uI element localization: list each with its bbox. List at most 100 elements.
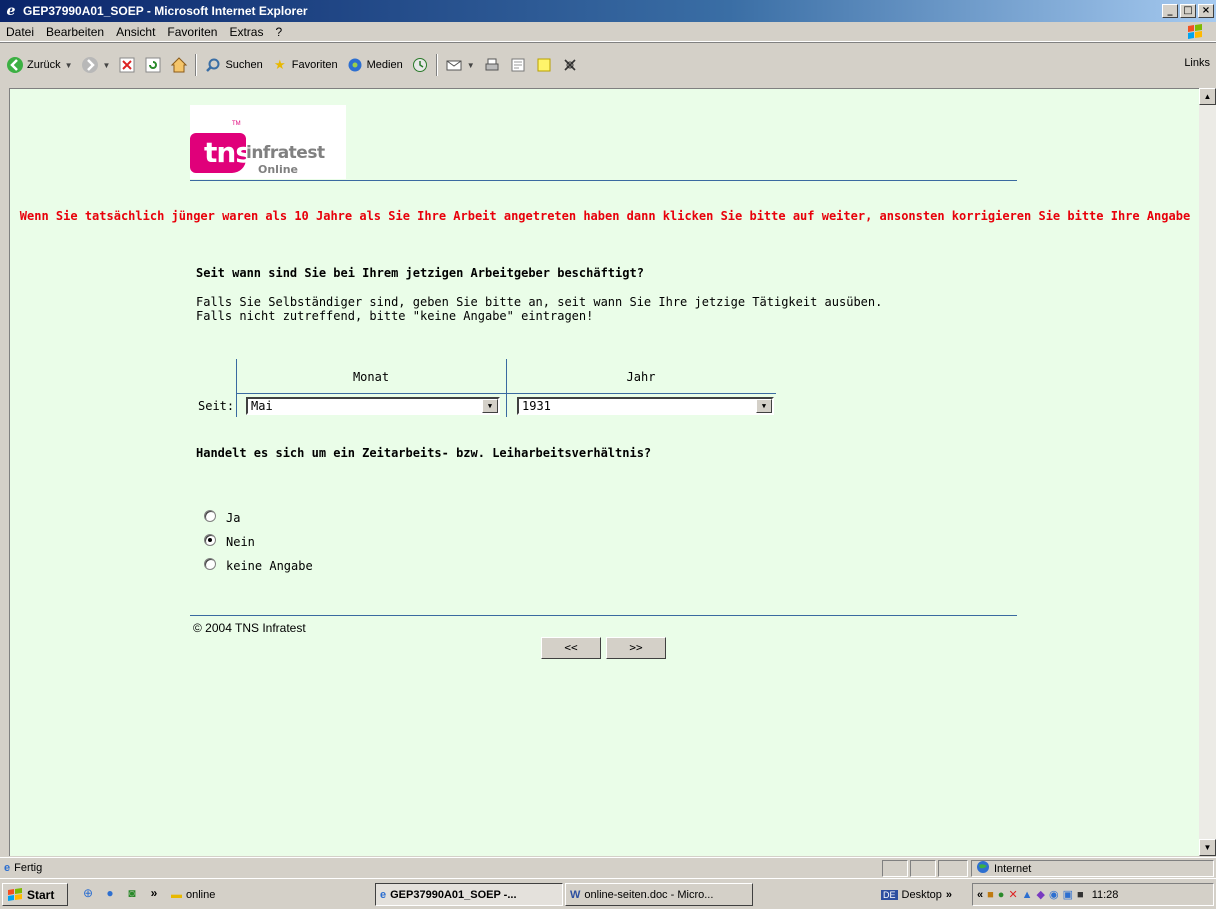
maximize-button[interactable]: □ [1180, 4, 1196, 18]
radio-option-nein[interactable]: Nein [204, 528, 313, 552]
header-divider [190, 180, 1017, 181]
minimize-button[interactable]: _ [1162, 4, 1178, 18]
search-button[interactable]: Suchen [200, 52, 266, 78]
history-button[interactable] [407, 52, 433, 78]
tray-icon[interactable]: ● [998, 889, 1005, 901]
ie-icon: e [380, 888, 387, 901]
internet-explorer-icon: e [6, 3, 16, 19]
back-page-button[interactable]: << [541, 637, 601, 659]
print-icon [483, 56, 501, 74]
messenger-button[interactable] [557, 52, 583, 78]
radio-button[interactable] [204, 510, 216, 522]
radio-label: keine Angabe [226, 559, 313, 573]
logo-brand-name: infratest [246, 143, 325, 163]
menu-help[interactable]: ? [269, 25, 288, 39]
tray-icon[interactable]: ■ [1077, 889, 1084, 901]
next-page-button[interactable]: >> [606, 637, 666, 659]
back-button[interactable]: Zurück ▼ [2, 52, 77, 78]
radio-option-keine-angabe[interactable]: keine Angabe [204, 552, 313, 576]
menu-datei[interactable]: Datei [0, 25, 40, 39]
taskbar-button-word[interactable]: W online-seiten.doc - Micro... [565, 883, 753, 906]
vertical-scrollbar[interactable]: ▲ ▼ [1199, 88, 1216, 856]
clock[interactable]: 11:28 [1092, 889, 1119, 901]
media-button[interactable]: Medien [342, 52, 407, 78]
logo-tns: tns [190, 133, 252, 173]
tray-expand-icon[interactable]: « [977, 889, 983, 901]
taskbar-button-ie[interactable]: e GEP37990A01_SOEP -... [375, 883, 563, 906]
tray-icon[interactable]: ▣ [1063, 888, 1073, 901]
date-table: Monat Jahr Seit: Mai ▼ 1931 ▼ [196, 359, 776, 417]
status-panel [882, 860, 908, 877]
chevron-down-icon: ▼ [466, 60, 475, 70]
folder-icon: ▬ [171, 888, 182, 901]
edit-icon [509, 56, 527, 74]
stop-button[interactable] [114, 52, 140, 78]
mail-button[interactable]: ▼ [441, 52, 479, 78]
window-titlebar[interactable]: e GEP37990A01_SOEP - Microsoft Internet … [0, 0, 1216, 22]
tray-icon[interactable]: ◆ [1037, 888, 1045, 901]
quicklaunch-ie-icon[interactable]: ⊕ [80, 886, 96, 902]
edit-button[interactable] [505, 52, 531, 78]
refresh-button[interactable] [140, 52, 166, 78]
print-button[interactable] [479, 52, 505, 78]
radio-button[interactable] [204, 558, 216, 570]
back-label: Zurück [27, 59, 61, 71]
favorites-label: Favoriten [291, 59, 338, 71]
menu-ansicht[interactable]: Ansicht [110, 25, 161, 39]
quicklaunch-app-icon[interactable]: ◙ [124, 886, 140, 902]
system-tray: « ■ ● ✕ ▲ ◆ ◉ ▣ ■ 11:28 [972, 883, 1214, 906]
chevron-down-icon[interactable]: ▼ [482, 399, 498, 413]
close-button[interactable]: × [1198, 4, 1214, 18]
status-text: e Fertig [4, 862, 42, 874]
task-label: GEP37990A01_SOEP -... [390, 888, 517, 901]
tns-infratest-logo: TM tns infratest Online [190, 105, 346, 179]
menu-extras[interactable]: Extras [223, 25, 269, 39]
radio-label: Ja [226, 511, 241, 525]
start-button[interactable]: Start [2, 883, 68, 906]
question1-instructions: Falls Sie Selbständiger sind, geben Sie … [196, 295, 882, 323]
status-panel [938, 860, 968, 877]
window-title: GEP37990A01_SOEP - Microsoft Internet Ex… [23, 4, 308, 18]
desktop-label: Desktop [901, 888, 942, 901]
column-header-year: Jahr [626, 370, 656, 384]
scroll-up-button[interactable]: ▲ [1199, 88, 1216, 105]
history-icon [411, 56, 429, 74]
home-icon [170, 56, 188, 74]
year-select[interactable]: 1931 ▼ [517, 397, 774, 415]
scroll-down-button[interactable]: ▼ [1199, 839, 1216, 856]
tray-icon[interactable]: ✕ [1008, 888, 1017, 901]
footer-divider [190, 615, 1017, 616]
search-label: Suchen [225, 59, 263, 71]
home-button[interactable] [166, 52, 192, 78]
radio-button[interactable] [204, 534, 216, 546]
toolbar-folder-online[interactable]: ▬ online [166, 883, 366, 906]
desktop-toolbar[interactable]: DE Desktop » [876, 883, 972, 906]
question2-title: Handelt es sich um ein Zeitarbeits- bzw.… [196, 446, 652, 460]
forward-button[interactable]: ▼ [77, 52, 115, 78]
tray-icon[interactable]: ■ [987, 889, 994, 901]
question1-title: Seit wann sind Sie bei Ihrem jetzigen Ar… [196, 266, 644, 280]
quicklaunch-browser-icon[interactable]: ● [102, 886, 118, 902]
logo-brand-sub: Online [258, 163, 299, 176]
month-select[interactable]: Mai ▼ [246, 397, 500, 415]
quicklaunch-more-icon[interactable]: » [146, 886, 162, 902]
favorites-button[interactable]: ★ Favoriten [267, 52, 342, 78]
validation-warning: Wenn Sie tatsächlich jünger waren als 10… [19, 209, 1191, 223]
task-label: online-seiten.doc - Micro... [584, 888, 714, 901]
instruction-line: Falls Sie Selbständiger sind, geben Sie … [196, 295, 883, 309]
tray-icon[interactable]: ◉ [1049, 888, 1059, 901]
browser-toolbar: Zurück ▼ ▼ Suchen ★ Favoriten Medien ▼ L… [0, 43, 1216, 87]
column-header-month: Monat [352, 370, 390, 384]
back-arrow-icon [6, 56, 24, 74]
month-select-value: Mai [251, 399, 273, 413]
chevron-down-icon: ▼ [64, 60, 73, 70]
tray-icon[interactable]: ▲ [1022, 889, 1033, 901]
discuss-button[interactable] [531, 52, 557, 78]
chevron-down-icon[interactable]: ▼ [756, 399, 772, 413]
table-divider [236, 393, 776, 394]
menu-bearbeiten[interactable]: Bearbeiten [40, 25, 110, 39]
radio-option-ja[interactable]: Ja [204, 504, 313, 528]
links-button[interactable]: Links [1184, 57, 1210, 69]
star-icon: ★ [273, 57, 286, 72]
menu-favoriten[interactable]: Favoriten [161, 25, 223, 39]
